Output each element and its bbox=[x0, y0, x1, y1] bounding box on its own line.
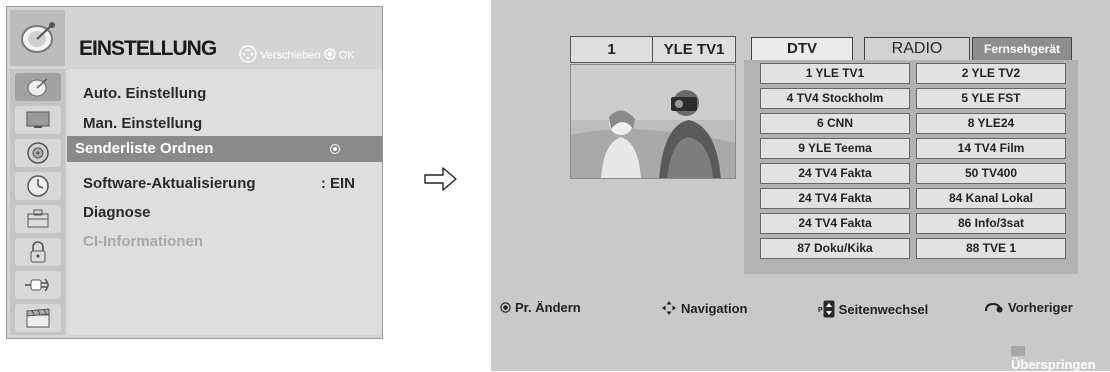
speaker-icon[interactable] bbox=[15, 139, 61, 167]
channel-cell[interactable]: 14 TV4 Film bbox=[916, 138, 1066, 159]
toolbox-icon[interactable] bbox=[15, 205, 61, 233]
menu-item-auto-tuning[interactable]: Auto. Einstellung bbox=[67, 81, 382, 107]
channel-cell[interactable]: 84 Kanal Lokal bbox=[916, 188, 1066, 209]
navigation-hint-label: Navigation bbox=[681, 300, 748, 316]
channel-cell[interactable]: 50 TV400 bbox=[916, 163, 1066, 184]
plug-icon[interactable] bbox=[15, 271, 61, 299]
page-hint-label: Seitenwechsel bbox=[838, 301, 929, 317]
tab-tv[interactable]: Fernsehgerät bbox=[972, 37, 1072, 61]
channel-list: 1 YLE TV1 2 YLE TV2 4 TV4 Stockholm 5 YL… bbox=[744, 60, 1078, 274]
menu-title-bar: EINSTELLUNG Verschieben OK bbox=[7, 7, 382, 70]
change-hint-label: Pr. Ändern bbox=[515, 300, 581, 315]
move-hint-label: Verschieben bbox=[260, 49, 321, 62]
menu-item-manual-tuning[interactable]: Man. Einstellung bbox=[67, 111, 382, 137]
page-updown-icon bbox=[823, 300, 835, 321]
channel-cell[interactable]: 87 Doku/Kika bbox=[760, 238, 910, 259]
channel-cell[interactable]: 9 YLE Teema bbox=[760, 138, 910, 159]
channel-cell[interactable]: 1 YLE TV1 bbox=[760, 63, 910, 84]
ok-hint-label: OK bbox=[338, 49, 355, 62]
skip-label: Überspringen bbox=[1011, 357, 1096, 372]
channel-cell[interactable]: 88 TVE 1 bbox=[916, 238, 1066, 259]
picture-icon[interactable] bbox=[15, 106, 61, 134]
tab-dtv[interactable]: DTV bbox=[751, 37, 853, 61]
current-channel-number: 1 bbox=[570, 36, 653, 63]
menu-item-software-update[interactable]: Software-Aktualisierung : EIN bbox=[67, 171, 382, 197]
menu-item-value: : EIN bbox=[320, 175, 355, 192]
back-arrow-icon bbox=[984, 301, 1004, 316]
title-hints: Verschieben OK bbox=[239, 45, 355, 66]
channel-cell[interactable]: 6 CNN bbox=[760, 113, 910, 134]
current-channel-name: YLE TV1 bbox=[652, 36, 736, 63]
programme-edit-screen: 1 YLE TV1 DTV RADIO Fernsehgerät 1 YLE T… bbox=[491, 0, 1110, 372]
previous-hint-label: Vorheriger bbox=[1008, 300, 1073, 315]
menu-item-label: CI-Informationen bbox=[83, 233, 203, 250]
satellite-dish-icon bbox=[10, 10, 65, 66]
ok-button-icon bbox=[324, 48, 336, 63]
ok-radio-icon bbox=[330, 144, 340, 154]
channel-cell[interactable]: 4 TV4 Stockholm bbox=[760, 88, 910, 109]
move-arrows-icon bbox=[239, 45, 257, 66]
menu-item-programme-edit[interactable]: Senderliste Ordnen bbox=[67, 136, 382, 162]
channel-cell[interactable]: 2 YLE TV2 bbox=[916, 63, 1066, 84]
skip-button[interactable]: Überspringen bbox=[1011, 342, 1110, 372]
ok-button-icon bbox=[500, 301, 511, 316]
menu-title: EINSTELLUNG bbox=[79, 37, 217, 60]
arrow-right-icon bbox=[424, 166, 458, 197]
category-icon-column bbox=[10, 69, 65, 335]
channel-cell[interactable]: 24 TV4 Fakta bbox=[760, 213, 910, 234]
menu-item-label: Senderliste Ordnen bbox=[75, 140, 214, 157]
navigation-hint[interactable]: Navigation bbox=[661, 300, 747, 319]
page-hint[interactable]: P Seitenwechsel bbox=[818, 300, 928, 321]
film-icon[interactable] bbox=[15, 304, 61, 332]
tab-radio[interactable]: RADIO bbox=[864, 37, 970, 61]
menu-item-diagnostics[interactable]: Diagnose bbox=[67, 200, 382, 226]
channel-cell[interactable]: 5 YLE FST bbox=[916, 88, 1066, 109]
channel-cell[interactable]: 24 TV4 Fakta bbox=[760, 188, 910, 209]
color-key-swatch bbox=[1011, 345, 1025, 356]
channel-cell[interactable]: 24 TV4 Fakta bbox=[760, 163, 910, 184]
previous-hint[interactable]: Vorheriger bbox=[984, 300, 1073, 316]
setup-menu-panel: EINSTELLUNG Verschieben OK Auto. Einstel… bbox=[6, 6, 383, 339]
menu-item-label: Man. Einstellung bbox=[83, 115, 203, 132]
navigation-arrows-icon bbox=[661, 300, 677, 319]
lock-icon[interactable] bbox=[15, 238, 61, 266]
clock-icon[interactable] bbox=[15, 172, 61, 200]
channel-cell[interactable]: 8 YLE24 bbox=[916, 113, 1066, 134]
footer-hints: Pr. Ändern Navigation P Seitenwechsel Vo… bbox=[491, 292, 1110, 322]
menu-items-list: Auto. Einstellung Man. Einstellung Sende… bbox=[67, 69, 382, 335]
menu-item-label: Diagnose bbox=[83, 204, 151, 221]
change-hint[interactable]: Pr. Ändern bbox=[500, 300, 581, 316]
satellite-dish-icon[interactable] bbox=[15, 73, 61, 101]
menu-item-label: Software-Aktualisierung bbox=[83, 175, 256, 192]
menu-item-ci-information: CI-Informationen bbox=[67, 229, 382, 255]
channel-cell[interactable]: 86 Info/3sat bbox=[916, 213, 1066, 234]
menu-item-label: Auto. Einstellung bbox=[83, 85, 207, 102]
channel-preview-image bbox=[570, 64, 736, 179]
